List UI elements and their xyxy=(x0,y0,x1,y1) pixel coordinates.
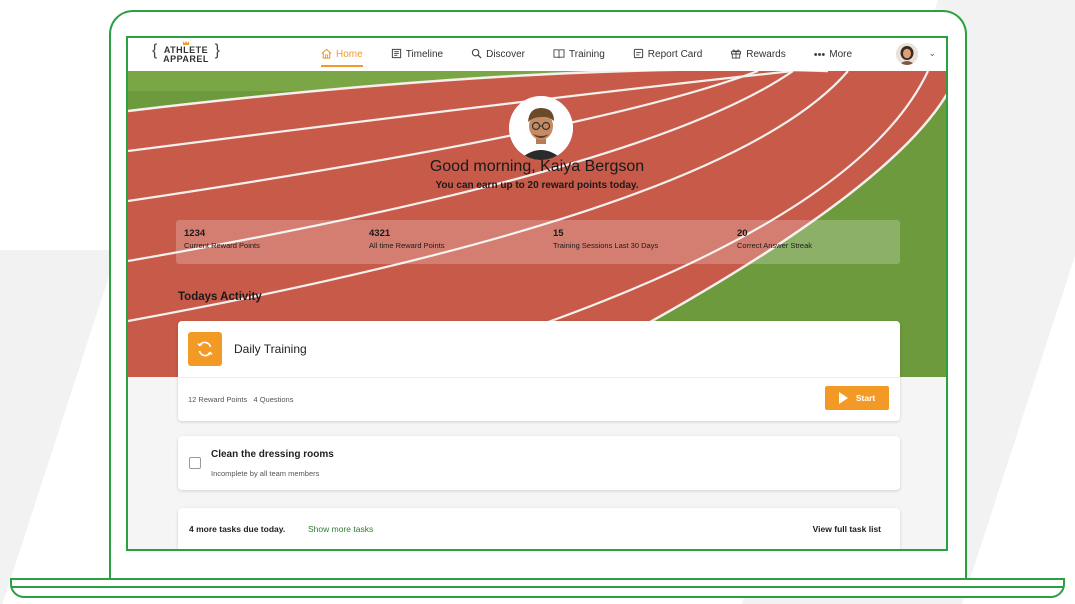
nav-item-label: Rewards xyxy=(746,49,786,60)
stat-correct-answer-streak: 20 Correct Answer Streak xyxy=(737,228,812,250)
task-card: Clean the dressing rooms Incomplete by a… xyxy=(178,436,900,490)
stats-bar: 1234 Current Reward Points 4321 All time… xyxy=(176,220,900,264)
nav-item-timeline[interactable]: Timeline xyxy=(391,38,443,71)
nav-menu: Home Timeline Discover Training Report C… xyxy=(321,38,880,71)
nav-item-label: Training xyxy=(569,49,605,60)
nav-item-discover[interactable]: Discover xyxy=(471,38,525,71)
view-full-task-list-link[interactable]: View full task list xyxy=(813,524,881,534)
reward-points-subline: You can earn up to 20 reward points toda… xyxy=(435,180,639,191)
timeline-icon xyxy=(391,48,402,62)
daily-training-header: Daily Training xyxy=(178,321,900,378)
todays-activity-heading: Todays Activity xyxy=(178,291,262,303)
stat-value: 15 xyxy=(553,228,564,239)
stat-label: Training Sessions Last 30 Days xyxy=(553,241,659,250)
nav-item-label: Discover xyxy=(486,49,526,60)
stat-value: 1234 xyxy=(184,228,206,239)
nav-item-home[interactable]: Home xyxy=(321,38,363,71)
profile-avatar[interactable] xyxy=(509,96,573,160)
home-icon xyxy=(321,48,332,62)
nav-item-rewards[interactable]: Rewards xyxy=(730,38,786,71)
nav-item-label: Report Card xyxy=(647,49,703,60)
nav-item-more[interactable]: ••• More xyxy=(814,38,852,71)
more-dots-icon: ••• xyxy=(813,48,826,61)
user-avatar[interactable] xyxy=(896,43,918,65)
background-shape xyxy=(0,250,118,604)
nav-item-report-card[interactable]: Report Card xyxy=(633,38,702,71)
stat-label: Current Reward Points xyxy=(184,241,260,250)
stat-current-reward-points: 1234 Current Reward Points xyxy=(184,228,260,250)
nav-item-label: Timeline xyxy=(405,49,444,60)
daily-training-meta: 12 Reward Points 4 Questions xyxy=(188,395,294,404)
task-checkbox[interactable] xyxy=(189,457,201,469)
stat-training-sessions: 15 Training Sessions Last 30 Days xyxy=(553,228,658,250)
brand-logo[interactable]: { ATHLETE APPAREL } xyxy=(150,41,222,67)
book-icon xyxy=(553,48,565,62)
refresh-icon xyxy=(188,332,222,366)
daily-training-card[interactable]: Daily Training 12 Reward Points 4 Questi… xyxy=(178,321,900,421)
play-icon xyxy=(838,392,848,404)
chevron-down-icon[interactable]: ⌄ xyxy=(928,48,936,59)
crown-icon xyxy=(183,41,189,45)
app-screen: { ATHLETE APPAREL } Home Timeline Discov… xyxy=(126,36,948,551)
stat-all-time-reward-points: 4321 All time Reward Points xyxy=(369,228,444,250)
report-icon xyxy=(633,48,644,62)
show-more-tasks-link[interactable]: Show more tasks xyxy=(308,524,373,534)
task-subtitle: Incomplete by all team members xyxy=(211,469,320,478)
nav-item-training[interactable]: Training xyxy=(553,38,605,71)
start-button-label: Start xyxy=(855,393,876,403)
daily-training-title: Daily Training xyxy=(234,342,307,356)
nav-item-label: More xyxy=(829,49,853,60)
stat-label: Correct Answer Streak xyxy=(737,241,813,250)
gift-icon xyxy=(730,48,742,62)
task-title: Clean the dressing rooms xyxy=(211,449,334,460)
stat-value: 20 xyxy=(737,228,748,239)
tasks-due-text: 4 more tasks due today. xyxy=(189,524,286,534)
stat-value: 4321 xyxy=(369,228,391,239)
tasks-footer-card: 4 more tasks due today. Show more tasks … xyxy=(178,508,900,549)
laptop-base xyxy=(10,578,1065,598)
top-navigation: { ATHLETE APPAREL } Home Timeline Discov… xyxy=(128,38,946,71)
logo-line-2: APPAREL xyxy=(163,54,209,64)
logo-right-bracket: } xyxy=(214,42,220,59)
nav-item-label: Home xyxy=(336,49,363,60)
stat-label: All time Reward Points xyxy=(369,241,445,250)
search-icon xyxy=(471,48,482,62)
start-button[interactable]: Start xyxy=(825,386,889,410)
logo-left-bracket: { xyxy=(152,42,158,59)
greeting-heading: Good morning, Kaiya Bergson xyxy=(429,158,645,175)
